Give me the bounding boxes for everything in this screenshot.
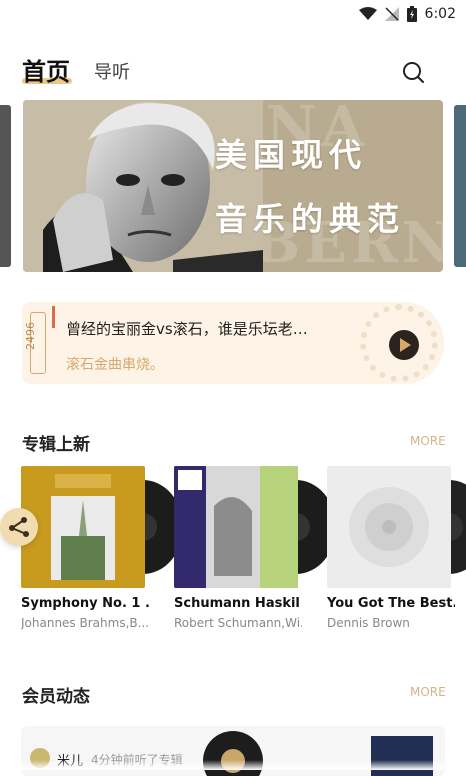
banner[interactable]: ONA BERN 美国现代 音乐的典范 <box>23 100 443 272</box>
banner-portrait <box>23 100 263 272</box>
share-icon <box>9 517 29 537</box>
album-title: Symphony No. 1 ... <box>21 596 149 611</box>
banner-title-line2: 音乐的典范 <box>215 200 406 238</box>
radio-frequency: 2496 <box>24 322 37 350</box>
banner-title-line1: 美国现代 <box>215 136 368 174</box>
status-bar: 6:02 <box>0 0 466 28</box>
section-title-new-albums: 专辑上新 <box>22 435 90 455</box>
tab-home[interactable]: 首页 <box>22 52 70 87</box>
banner-prev-peek[interactable] <box>0 105 11 267</box>
banner-next-peek[interactable] <box>454 105 466 267</box>
tab-guide[interactable]: 导听 <box>94 58 130 84</box>
radio-title: 曾经的宝丽金vs滚石，谁是乐坛老… <box>66 320 308 338</box>
play-icon[interactable] <box>389 330 419 360</box>
album-cover <box>21 466 145 588</box>
section-title-member-activity: 会员动态 <box>22 687 90 707</box>
bottom-fade <box>0 760 466 770</box>
album-artist: Robert Schumann,Wi... <box>174 616 302 630</box>
wifi-icon <box>358 7 377 20</box>
search-icon[interactable] <box>402 61 424 83</box>
album-artist: Dennis Brown <box>327 616 410 630</box>
radio-subtitle: 滚石金曲串烧。 <box>66 357 164 373</box>
member-activity-more-link[interactable]: MORE <box>410 685 446 699</box>
battery-charging-icon <box>406 6 417 22</box>
album-cover <box>371 736 433 776</box>
top-nav: 首页 导听 <box>0 48 466 88</box>
new-albums-more-link[interactable]: MORE <box>410 434 446 448</box>
radio-indicator <box>52 306 55 328</box>
album-title: You Got The Best... <box>327 596 455 611</box>
album-title: Schumann Haskil <box>174 596 300 611</box>
share-float-button[interactable] <box>0 508 38 546</box>
album-artist: Johannes Brahms,B... <box>21 616 149 630</box>
album-cover <box>174 466 298 588</box>
album-cover-placeholder <box>327 466 451 588</box>
no-signal-icon <box>384 7 399 21</box>
status-time: 6:02 <box>424 6 456 22</box>
radio-card[interactable]: 2496 曾经的宝丽金vs滚石，谁是乐坛老… 滚石金曲串烧。 <box>22 302 444 384</box>
